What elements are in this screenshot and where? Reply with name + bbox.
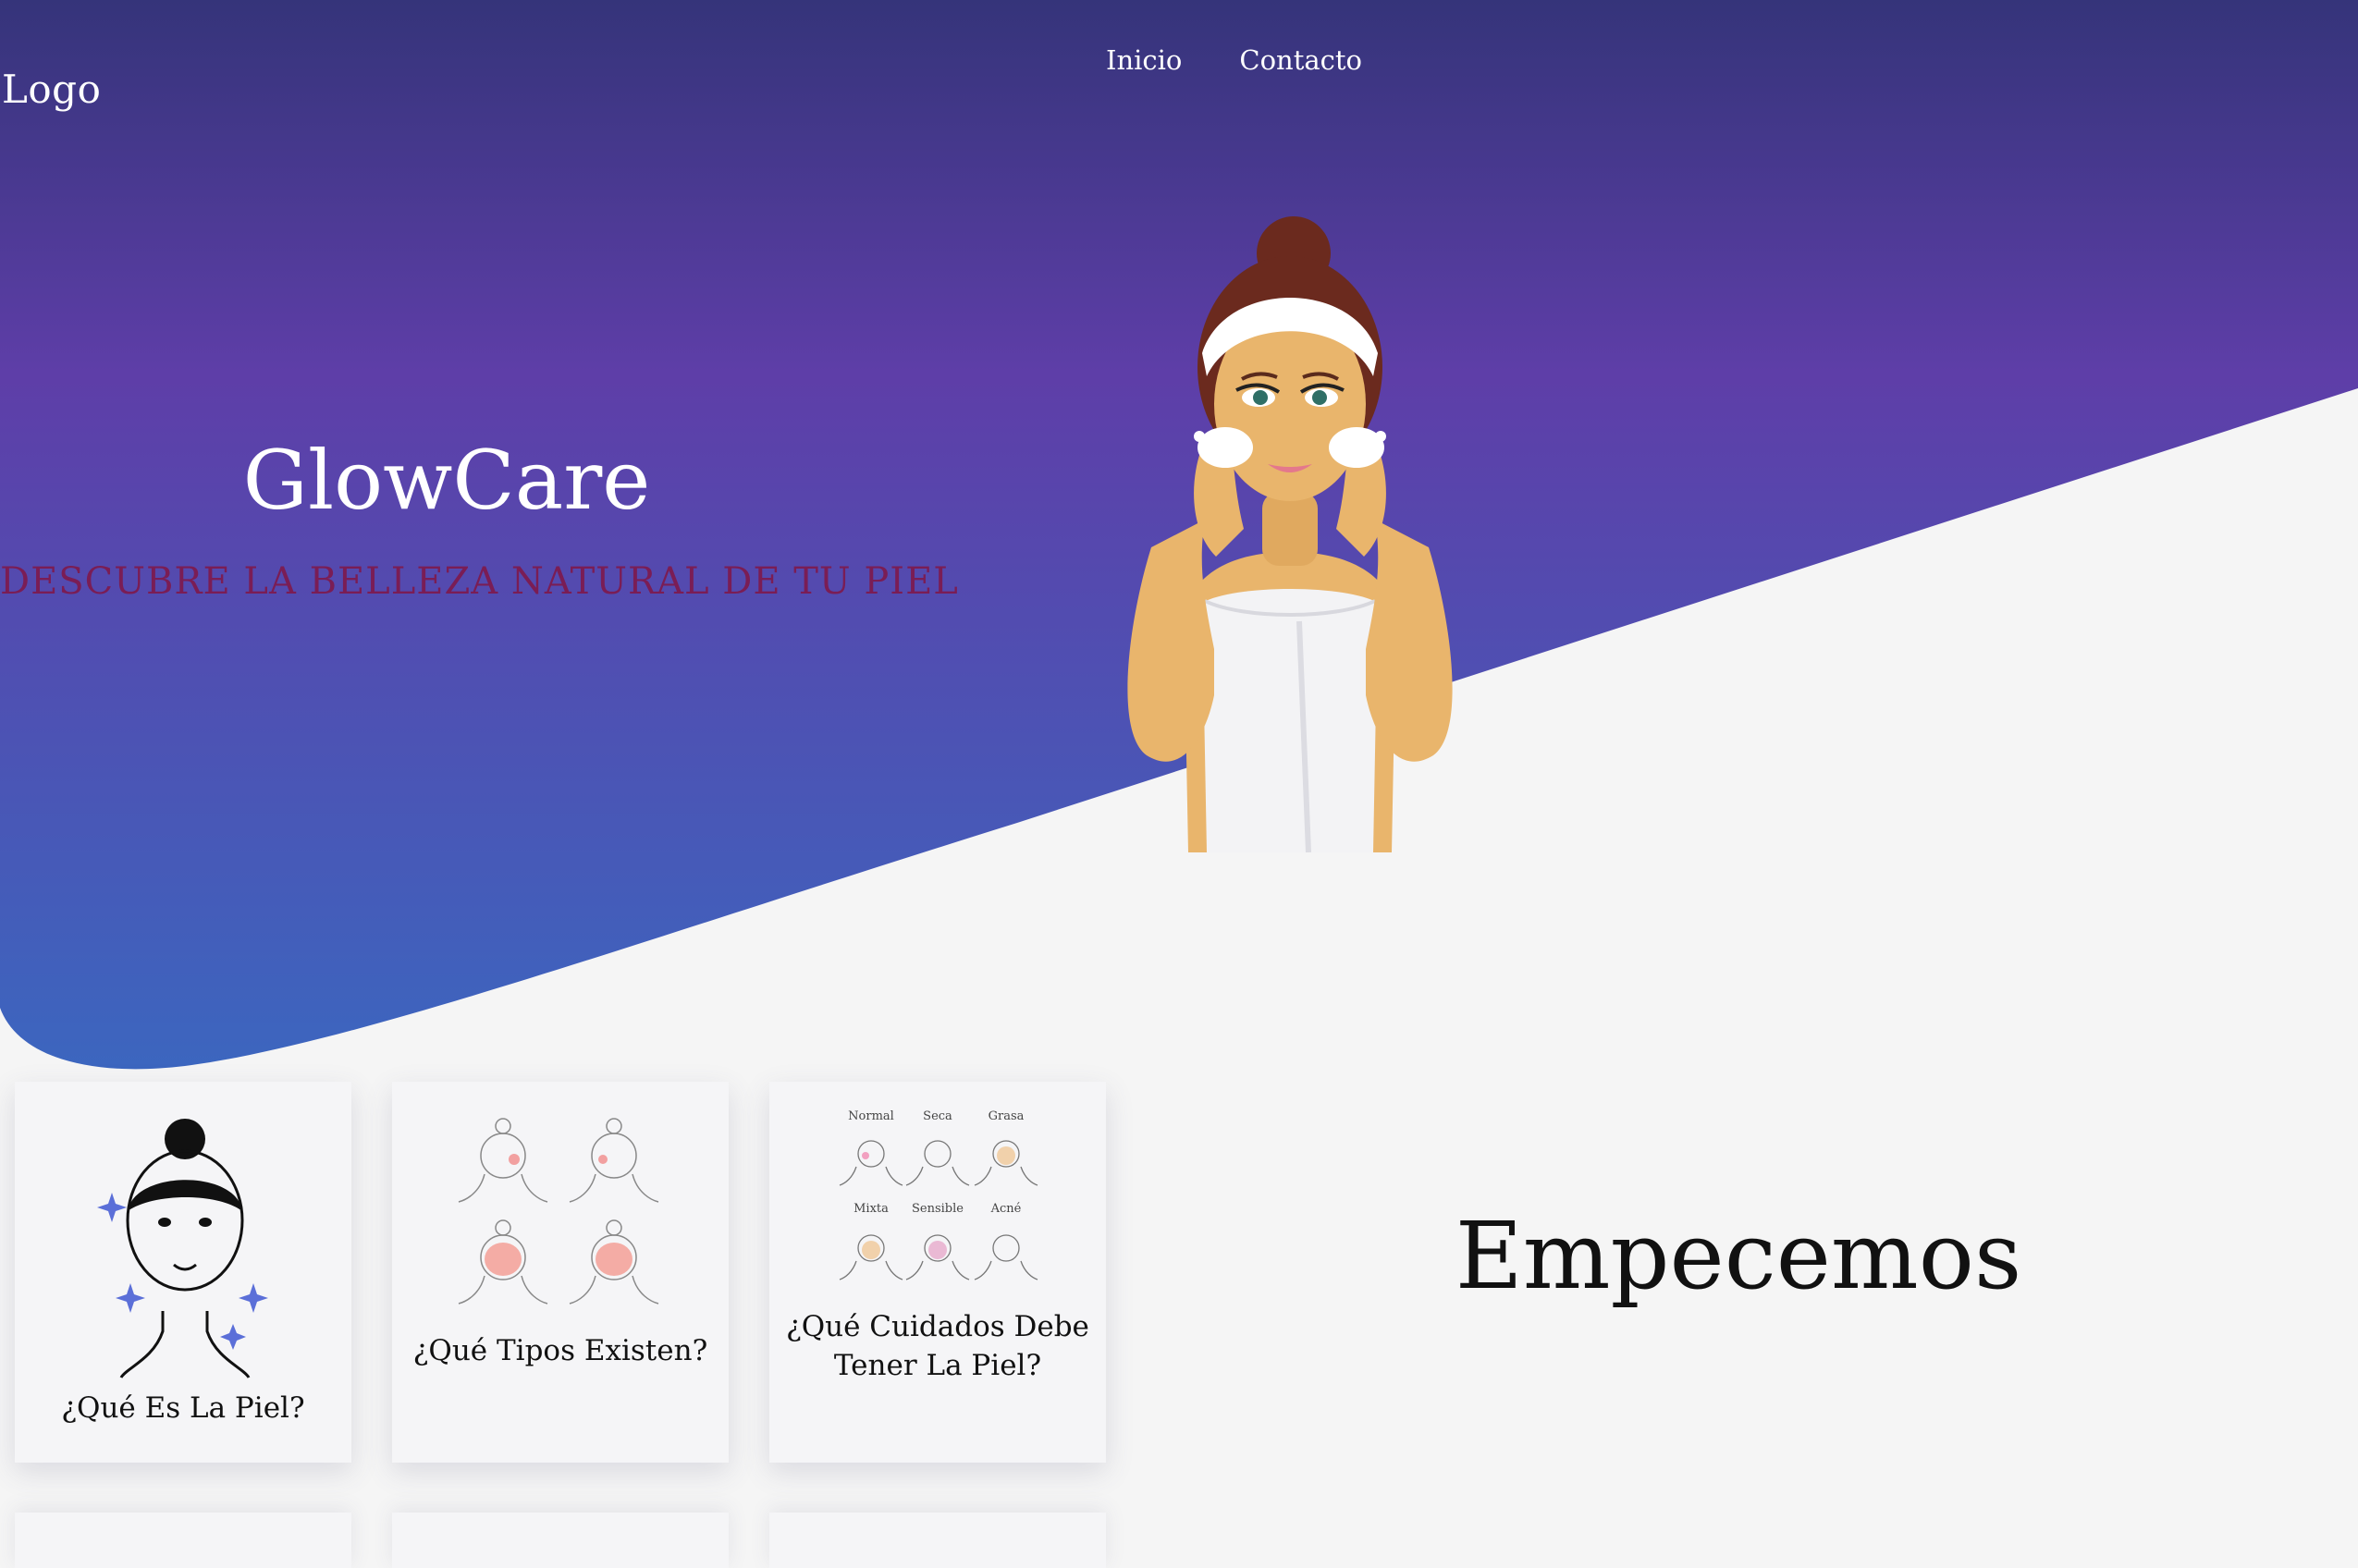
card-next-row-2: [392, 1513, 729, 1568]
skin-label-seca: Seca: [923, 1109, 952, 1123]
skin-label-sensible: Sensible: [912, 1202, 964, 1216]
card-title: ¿Qué Tipos Existen?: [412, 1334, 708, 1367]
card-title: ¿Qué Es La Piel?: [61, 1391, 305, 1425]
card-que-tipos-existen[interactable]: ¿Qué Tipos Existen?: [392, 1082, 729, 1463]
skin-label-normal: Normal: [848, 1109, 894, 1123]
skin-label-grasa: Grasa: [988, 1109, 1025, 1123]
card-next-row-1: [15, 1513, 351, 1568]
nav-inicio[interactable]: Inicio: [1106, 44, 1182, 76]
skin-label-acne: Acné: [990, 1202, 1022, 1216]
nav-contacto[interactable]: Contacto: [1239, 44, 1362, 76]
skin-care-chart-icon: [839, 1140, 1038, 1280]
hero-tagline: DESCUBRE LA BELLEZA NATURAL DE TU PIEL: [0, 560, 959, 603]
logo[interactable]: Logo: [2, 67, 101, 112]
skin-label-mixta: Mixta: [854, 1202, 889, 1216]
card-title: ¿Qué Cuidados Debe Tener La Piel?: [786, 1310, 1089, 1382]
hero-title: GlowCare: [242, 433, 651, 528]
main-nav: Inicio Contacto: [1106, 44, 1362, 76]
card-que-es-la-piel[interactable]: ¿Qué Es La Piel?: [15, 1082, 351, 1463]
card-next-row-3: [769, 1513, 1106, 1568]
skin-types-faces-icon: [458, 1118, 659, 1305]
card-que-cuidados[interactable]: Normal Seca Grasa Mixta Sensible Acné ¿Q…: [769, 1082, 1106, 1463]
woman-washing-face-illustration: [1127, 216, 1453, 852]
section-heading: Empecemos: [1455, 1202, 2022, 1310]
